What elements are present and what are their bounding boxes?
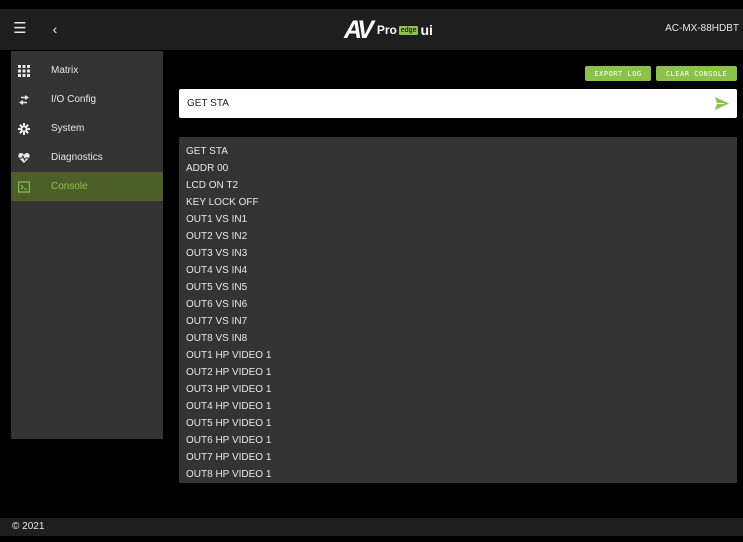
command-input[interactable] [179, 89, 707, 118]
sidebar-item-label: Matrix [51, 65, 79, 76]
logo-ui-text: ui [420, 22, 433, 38]
send-icon[interactable] [715, 97, 729, 110]
console-line: GET STA [186, 146, 228, 157]
logo-av-mark: AV [344, 15, 374, 44]
console-line: OUT2 HP VIDEO 1 [186, 367, 272, 378]
clear-console-button[interactable]: CLEAR CONSOLE [656, 66, 737, 81]
hamburger-menu-icon[interactable]: ☰ [12, 21, 28, 37]
console-line: OUT3 VS IN3 [186, 248, 248, 259]
heartbeat-icon [18, 152, 30, 163]
console-line: OUT1 HP VIDEO 1 [186, 350, 272, 361]
sidebar-item-label: System [51, 123, 85, 134]
sidebar-item-label: Diagnostics [51, 152, 103, 163]
device-name: AC-MX-88HDBT [665, 23, 739, 34]
sidebar: Matrix I/O Config System Diagnostics Con… [11, 51, 163, 439]
console-line: OUT4 HP VIDEO 1 [186, 401, 272, 412]
console-line: OUT2 VS IN2 [186, 231, 248, 242]
copyright-footer: © 2021 [0, 518, 743, 536]
top-bar: ☰ ‹ AV Pro edge ui AC-MX-88HDBT [0, 9, 743, 50]
sidebar-item-io-config[interactable]: I/O Config [11, 85, 163, 114]
console-line: OUT8 VS IN8 [186, 333, 248, 344]
back-chevron-icon[interactable]: ‹ [48, 21, 62, 37]
console-line: OUT7 HP VIDEO 1 [186, 452, 272, 463]
console-line: ADDR 00 [186, 163, 229, 174]
sidebar-item-system[interactable]: System [11, 114, 163, 143]
gear-icon [18, 122, 30, 135]
console-line: OUT7 VS IN7 [186, 316, 248, 327]
terminal-icon [18, 180, 30, 193]
console-line: OUT3 HP VIDEO 1 [186, 384, 272, 395]
command-bar [179, 89, 737, 118]
console-line: OUT6 VS IN6 [186, 299, 248, 310]
sidebar-item-console[interactable]: Console [11, 172, 163, 201]
logo-badge: edge [398, 25, 419, 35]
console-line: KEY LOCK OFF [186, 197, 259, 208]
console-line: OUT4 VS IN4 [186, 265, 248, 276]
sidebar-item-diagnostics[interactable]: Diagnostics [11, 143, 163, 172]
sidebar-item-matrix[interactable]: Matrix [11, 56, 163, 85]
app-logo: AV Pro edge ui [344, 15, 433, 44]
sidebar-item-label: I/O Config [51, 94, 97, 105]
console-line: OUT1 VS IN1 [186, 214, 248, 225]
sidebar-item-label: Console [51, 181, 88, 192]
export-log-button[interactable]: EXPORT LOG [585, 66, 651, 81]
console-output: GET STA ADDR 00 LCD ON T2 KEY LOCK OFF OUT1 … [179, 137, 737, 483]
console-line: OUT5 HP VIDEO 1 [186, 418, 272, 429]
grid-icon [18, 64, 30, 77]
console-line: OUT8 HP VIDEO 1 [186, 469, 272, 480]
console-line: OUT6 HP VIDEO 1 [186, 435, 272, 446]
console-line: LCD ON T2 [186, 180, 239, 191]
console-line: OUT5 VS IN5 [186, 282, 248, 293]
logo-pro-text: Pro [376, 23, 397, 37]
swap-arrows-icon [19, 94, 29, 105]
